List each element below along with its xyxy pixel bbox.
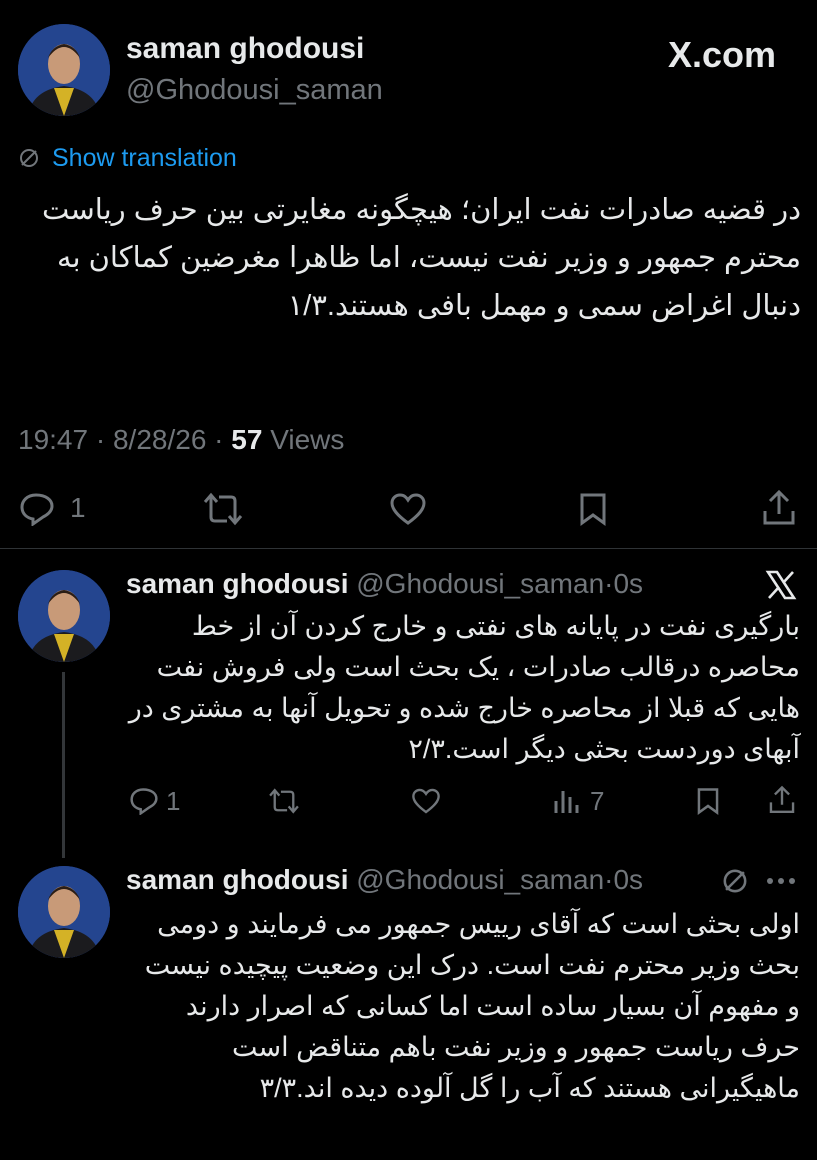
- reply-icon[interactable]: [18, 490, 56, 528]
- author-name[interactable]: saman ghodousi: [126, 568, 348, 599]
- tweet-text: در قضیه صادرات نفت ایران؛ هیچگونه مغایرت…: [41, 194, 801, 322]
- share-icon[interactable]: [760, 488, 798, 528]
- avatar[interactable]: [18, 570, 110, 662]
- tweet-age: 0s: [613, 864, 644, 895]
- more-icon[interactable]: [764, 868, 798, 894]
- author-name[interactable]: saman ghodousi: [126, 864, 348, 895]
- reply-icon[interactable]: [128, 786, 160, 816]
- reply-header: saman ghodousi @Ghodousi_saman·0s: [126, 568, 644, 599]
- author-handle[interactable]: @Ghodousi_saman: [356, 568, 604, 599]
- reply-count: 1: [166, 786, 181, 816]
- views-label: Views: [270, 424, 345, 455]
- retweet-icon[interactable]: [200, 490, 246, 528]
- x-logo-icon: [764, 568, 798, 602]
- like-icon[interactable]: [388, 490, 428, 528]
- divider: [0, 548, 817, 549]
- tweet-age: 0s: [613, 568, 644, 599]
- author-handle[interactable]: @Ghodousi_saman: [126, 74, 383, 107]
- views-count: 57: [231, 424, 263, 455]
- thread-line: [62, 672, 65, 858]
- like-icon[interactable]: [410, 786, 442, 816]
- tweet-meta: 19:47 · 8/28/26 · 57 Views: [18, 424, 345, 455]
- translate-icon: [18, 147, 40, 169]
- bookmark-icon[interactable]: [576, 490, 610, 528]
- show-translation-link[interactable]: Show translation: [52, 144, 237, 173]
- reply-text: بارگیری نفت در پایانه های نفتی و خارج کر…: [128, 611, 800, 764]
- site-label: X.com: [668, 34, 777, 75]
- reply-count: 1: [70, 492, 86, 523]
- author-name[interactable]: saman ghodousi: [126, 32, 364, 66]
- avatar[interactable]: [18, 24, 110, 116]
- author-handle[interactable]: @Ghodousi_saman: [356, 864, 604, 895]
- tweet-date: 8/28/26: [112, 424, 207, 455]
- views-count: 7: [590, 786, 605, 816]
- bookmark-icon[interactable]: [694, 786, 722, 816]
- retweet-icon[interactable]: [266, 786, 302, 816]
- share-icon[interactable]: [766, 784, 798, 816]
- avatar[interactable]: [18, 866, 110, 958]
- reply-header: saman ghodousi @Ghodousi_saman·0s: [126, 864, 644, 895]
- views-icon[interactable]: [552, 786, 580, 816]
- translate-icon: [720, 866, 750, 896]
- reply-text: اولی بحثی است که آقای رییس جمهور می فرما…: [144, 909, 800, 1103]
- tweet-time: 19:47: [18, 424, 89, 455]
